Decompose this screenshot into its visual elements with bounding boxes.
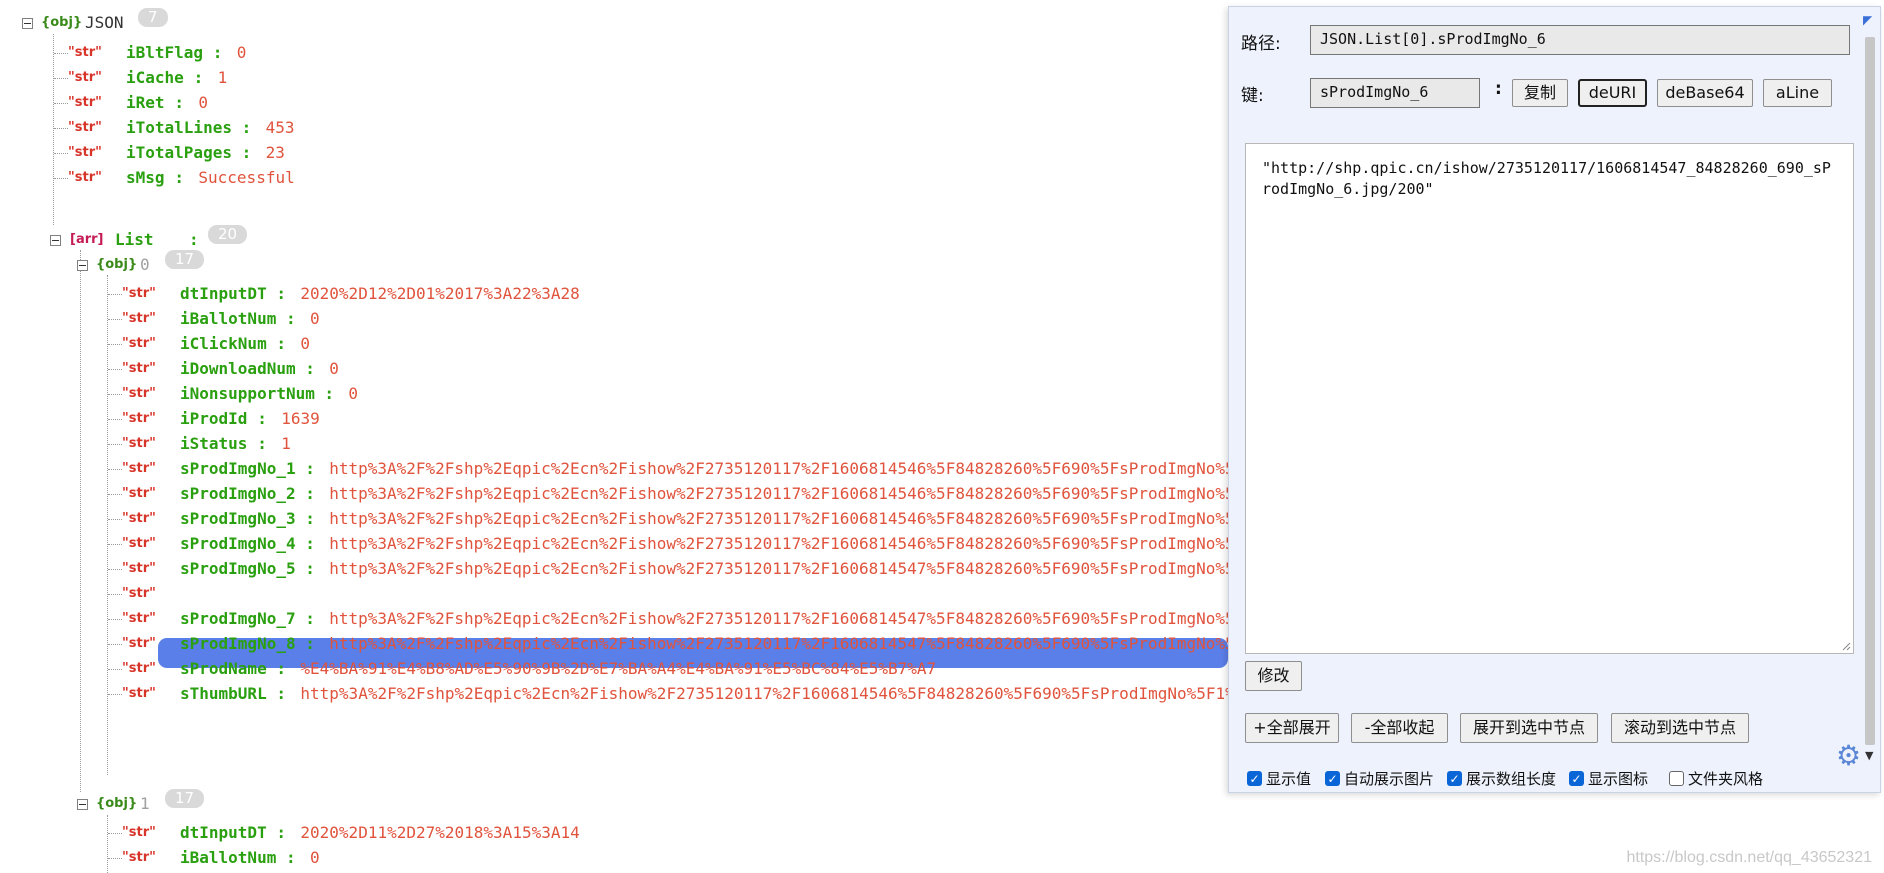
- chevron-down-icon[interactable]: ▼: [1865, 749, 1873, 762]
- checkbox-show-value[interactable]: ✓: [1247, 771, 1262, 786]
- obj-type-icon: {obj}: [41, 15, 83, 30]
- collapse-toggle-0[interactable]: [77, 260, 88, 271]
- key-field[interactable]: sProdImgNo_6: [1310, 78, 1480, 108]
- key-label: 键:: [1241, 86, 1264, 106]
- resize-grip-icon[interactable]: [1841, 641, 1851, 651]
- child-count-badge: 20: [208, 225, 248, 244]
- child-count-badge: 17: [165, 250, 205, 269]
- deuri-button[interactable]: deURI: [1578, 79, 1647, 107]
- value-textarea[interactable]: "http://shp.qpic.cn/ishow/2735120117/160…: [1245, 143, 1854, 654]
- node-value: 2020%2D12%2D01%2017%3A22%3A28: [300, 284, 580, 303]
- array-index: 1: [140, 794, 150, 813]
- node-value: 1: [217, 68, 228, 87]
- root-key: JSON: [85, 13, 124, 32]
- collapse-toggle-list[interactable]: [50, 235, 61, 246]
- option-array-length[interactable]: ✓ 展示数组长度: [1447, 768, 1556, 789]
- node-key: iBallotNum: [180, 848, 277, 867]
- collapse-toggle-1[interactable]: [77, 799, 88, 810]
- checkbox-folder-style[interactable]: [1669, 771, 1684, 786]
- modify-button[interactable]: 修改: [1245, 661, 1302, 691]
- checkbox-array-length[interactable]: ✓: [1447, 771, 1462, 786]
- node-value: 2020%2D11%2D27%2018%3A15%3A14: [300, 823, 580, 842]
- path-field[interactable]: JSON.List[0].sProdImgNo_6: [1310, 25, 1850, 55]
- node-value: Successful: [198, 168, 295, 187]
- debase64-button[interactable]: deBase64: [1657, 79, 1753, 107]
- scrollbar-thumb[interactable]: [1865, 37, 1875, 745]
- watermark: https://blog.csdn.net/qq_43652321: [1626, 849, 1872, 866]
- option-show-icons[interactable]: ✓ 显示图标: [1569, 768, 1648, 789]
- node-value: 0: [310, 848, 320, 867]
- str-type-icon: "str": [122, 850, 156, 865]
- resize-corner-icon[interactable]: ◤: [1863, 13, 1872, 27]
- node-detail-panel: 路径: JSON.List[0].sProdImgNo_6 键: sProdIm…: [1228, 6, 1881, 793]
- option-show-value[interactable]: ✓ 显示值: [1247, 768, 1311, 789]
- path-label: 路径:: [1241, 34, 1281, 54]
- gear-icon[interactable]: ⚙: [1836, 742, 1861, 770]
- obj-type-icon: {obj}: [96, 257, 138, 272]
- aline-button[interactable]: aLine: [1763, 79, 1832, 107]
- str-type-icon: "str": [122, 686, 156, 701]
- expand-to-selected-button[interactable]: 展开到选中节点: [1460, 713, 1598, 743]
- node-value: 0: [348, 384, 359, 403]
- checkbox-show-icons[interactable]: ✓: [1569, 771, 1584, 786]
- node-key: sThumbURL: [180, 684, 267, 703]
- child-count-badge: 7: [138, 8, 168, 27]
- value-text: "http://shp.qpic.cn/ishow/2735120117/160…: [1262, 159, 1831, 198]
- str-type-icon: "str": [68, 170, 102, 185]
- panel-scrollbar[interactable]: [1861, 13, 1877, 783]
- checkbox-auto-image[interactable]: ✓: [1325, 771, 1340, 786]
- node-value: 0: [236, 43, 247, 62]
- node-value: http%3A%2F%2Fshp%2Eqpic%2Ecn%2Fishow%2F2…: [300, 684, 1235, 703]
- option-folder-style[interactable]: 文件夹风格: [1669, 768, 1763, 789]
- option-auto-image[interactable]: ✓ 自动展示图片: [1325, 768, 1434, 789]
- expand-all-button[interactable]: +全部展开: [1245, 713, 1339, 743]
- array-index: 0: [140, 255, 150, 274]
- scroll-to-selected-button[interactable]: 滚动到选中节点: [1611, 713, 1749, 743]
- child-count-badge: 17: [165, 789, 205, 808]
- obj-type-icon: {obj}: [96, 796, 138, 811]
- collapse-all-button[interactable]: -全部收起: [1351, 713, 1448, 743]
- collapse-toggle-root[interactable]: [22, 18, 33, 29]
- copy-button[interactable]: 复制: [1512, 79, 1568, 107]
- node-value: 0: [310, 309, 320, 328]
- node-key: sMsg: [126, 168, 165, 187]
